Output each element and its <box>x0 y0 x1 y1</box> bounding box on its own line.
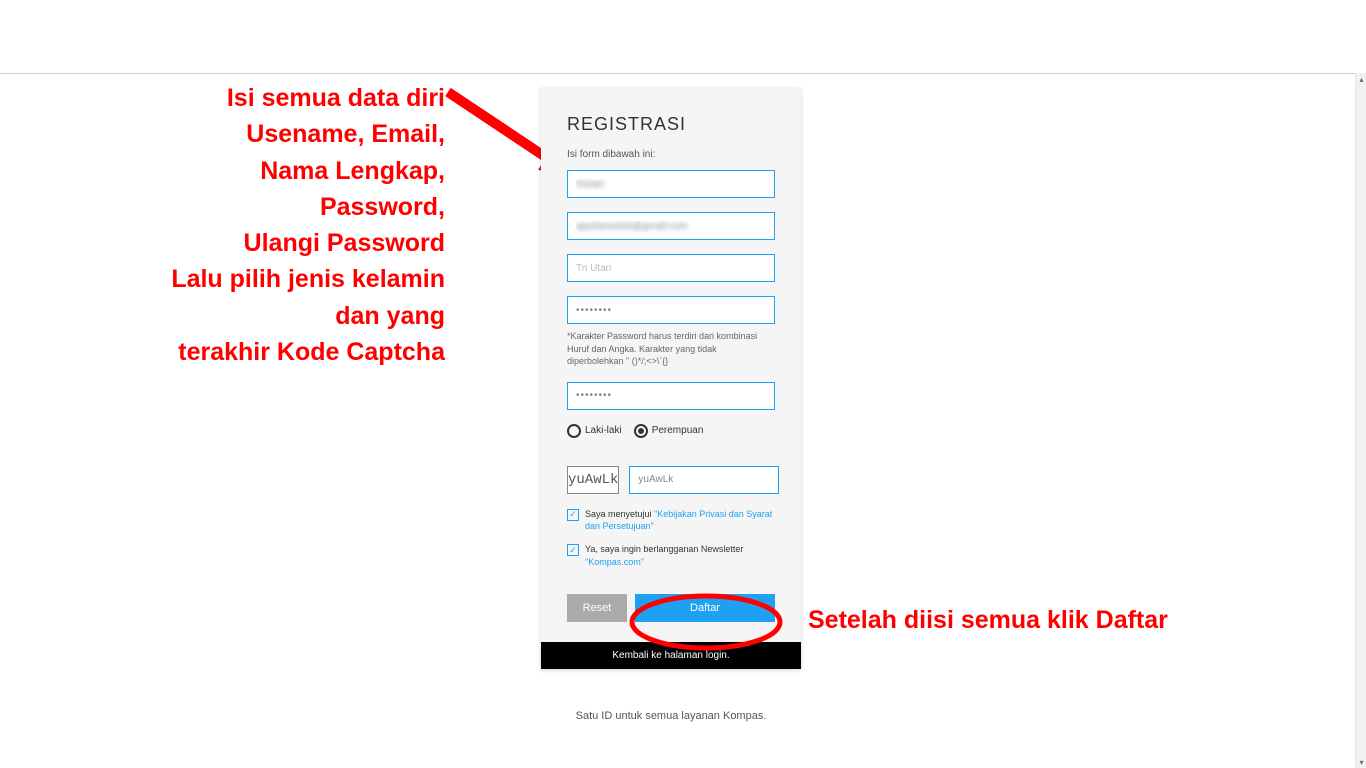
gender-male-label: Laki-laki <box>585 425 622 436</box>
annotation-line: Ulangi Password <box>60 225 445 261</box>
password-hint: *Karakter Password harus terdiri dari ko… <box>567 330 775 368</box>
scroll-up-icon[interactable]: ▴ <box>1356 73 1366 85</box>
footer-tagline: Satu ID untuk semua layanan Kompas. <box>540 710 802 722</box>
agree-newsletter-text: Ya, saya ingin berlangganan Newsletter "… <box>585 543 775 568</box>
email-input[interactable] <box>567 212 775 240</box>
radio-icon <box>567 424 581 438</box>
annotation-line: Lalu pilih jenis kelamin <box>60 261 445 297</box>
submit-button[interactable]: Daftar <box>635 594 775 622</box>
agree-terms-row[interactable]: ✓ Saya menyetujui "Kebijakan Privasi dan… <box>567 508 775 533</box>
captcha-input[interactable] <box>629 466 779 494</box>
gender-row: Laki-laki Perempuan <box>567 424 775 438</box>
annotation-line: dan yang <box>60 298 445 334</box>
repeat-password-input[interactable] <box>567 382 775 410</box>
radio-icon <box>634 424 648 438</box>
annotation-left: Isi semua data diri Usename, Email, Nama… <box>60 80 445 370</box>
annotation-right: Setelah diisi semua klik Daftar <box>808 606 1168 635</box>
agree-terms-text: Saya menyetujui "Kebijakan Privasi dan S… <box>585 508 775 533</box>
scroll-down-icon[interactable]: ▾ <box>1356 756 1366 768</box>
browser-chrome-divider <box>0 73 1355 74</box>
fullname-input[interactable] <box>567 254 775 282</box>
annotation-line: Usename, Email, <box>60 116 445 152</box>
annotation-line: Isi semua data diri <box>60 80 445 116</box>
checkbox-icon: ✓ <box>567 544 579 556</box>
reset-button[interactable]: Reset <box>567 594 627 622</box>
registration-card: REGISTRASI Isi form dibawah ini: *Karakt… <box>541 88 801 669</box>
checkbox-icon: ✓ <box>567 509 579 521</box>
vertical-scrollbar[interactable]: ▴ ▾ <box>1355 73 1366 768</box>
back-to-login-link[interactable]: Kembali ke halaman login. <box>541 642 801 669</box>
annotation-line: Password, <box>60 189 445 225</box>
newsletter-link[interactable]: "Kompas.com" <box>585 557 644 567</box>
form-title: REGISTRASI <box>567 114 775 135</box>
gender-female-radio[interactable]: Perempuan <box>634 424 704 438</box>
gender-female-label: Perempuan <box>652 425 704 436</box>
annotation-line: terakhir Kode Captcha <box>60 334 445 370</box>
gender-male-radio[interactable]: Laki-laki <box>567 424 622 438</box>
username-input[interactable] <box>567 170 775 198</box>
form-help-text: Isi form dibawah ini: <box>567 149 775 160</box>
captcha-image: yuAwLk <box>567 466 619 494</box>
agree-newsletter-row[interactable]: ✓ Ya, saya ingin berlangganan Newsletter… <box>567 543 775 568</box>
annotation-line: Nama Lengkap, <box>60 153 445 189</box>
password-input[interactable] <box>567 296 775 324</box>
